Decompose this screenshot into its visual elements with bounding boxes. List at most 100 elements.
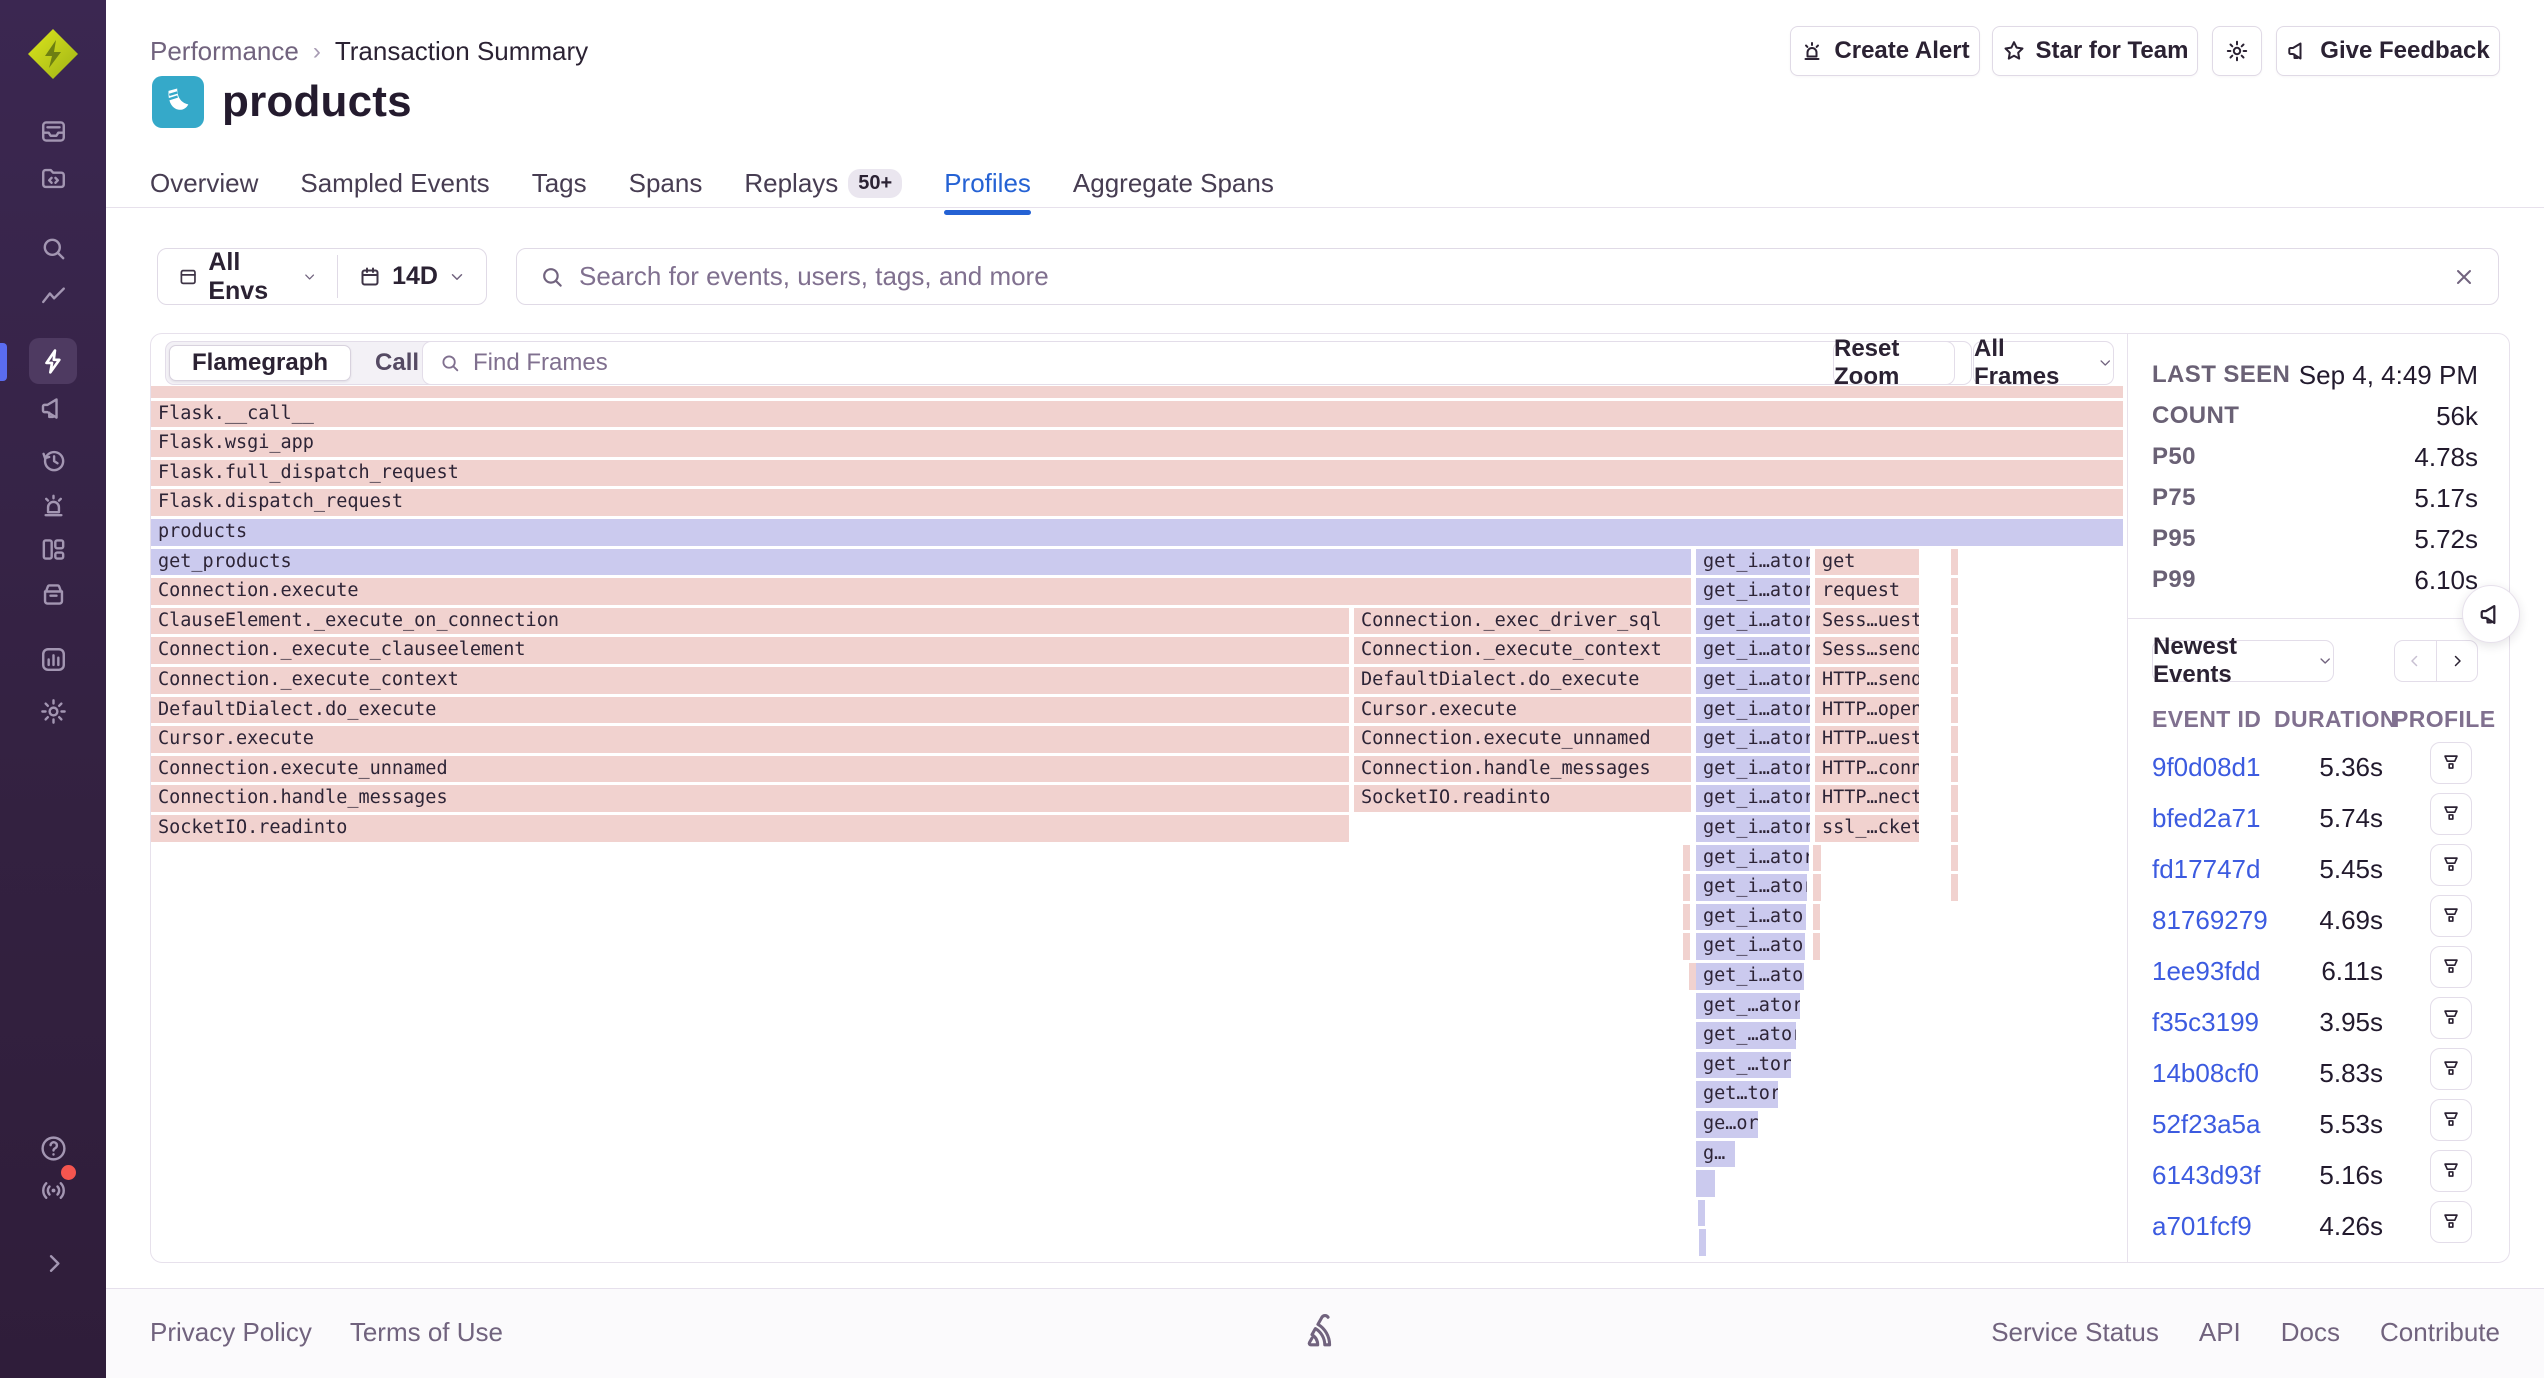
flame-frame[interactable] (1683, 933, 1690, 960)
flame-frame[interactable]: Flask.wsgi_app (151, 430, 2123, 457)
flame-frame[interactable]: get_i…ator (1696, 667, 1810, 694)
flame-frame[interactable] (1951, 667, 1958, 694)
event-id-link[interactable]: fd17747d (2152, 854, 2260, 885)
flamegraph-toggle[interactable]: Flamegraph (169, 345, 351, 381)
event-id-link[interactable]: f35c3199 (2152, 1007, 2259, 1038)
flame-frame[interactable] (1951, 637, 1958, 664)
event-id-link[interactable]: 9f0d08d1 (2152, 752, 2260, 783)
date-range-selector[interactable]: 14D (338, 249, 486, 304)
flame-frame[interactable]: Sess…uest (1815, 608, 1919, 635)
flame-frame[interactable]: Connection._execute_clauseelement (151, 637, 1349, 664)
open-profile-button[interactable] (2430, 1099, 2472, 1141)
flame-frame[interactable]: get_i…ator (1696, 756, 1810, 783)
flame-frame[interactable]: Connection.execute_unnamed (1354, 726, 1691, 753)
next-page-button[interactable] (2436, 641, 2478, 681)
flame-frame[interactable] (1951, 697, 1958, 724)
flame-frame[interactable]: ClauseElement._execute_on_connection (151, 608, 1349, 635)
all-frames-dropdown[interactable]: All Frames (1973, 341, 2114, 385)
event-id-link[interactable]: a701fcf9 (2152, 1211, 2252, 1242)
flame-frame[interactable]: Connection._execute_context (151, 667, 1349, 694)
flame-frame[interactable] (1951, 549, 1958, 576)
flame-frame[interactable] (1683, 874, 1690, 901)
flame-frame[interactable] (1813, 904, 1820, 931)
flame-frame[interactable]: ssl_…cket (1815, 815, 1919, 842)
search-input[interactable] (579, 261, 2438, 292)
flame-frame[interactable] (1951, 785, 1958, 812)
flame-frame[interactable]: get_…tor (1696, 1052, 1791, 1079)
footer-link-privacy-policy[interactable]: Privacy Policy (150, 1317, 312, 1348)
open-profile-button[interactable] (2430, 946, 2472, 988)
event-id-link[interactable]: 6143d93f (2152, 1160, 2260, 1191)
find-frames-input[interactable] (473, 349, 1921, 377)
open-profile-button[interactable] (2430, 844, 2472, 886)
flame-frame[interactable] (1813, 874, 1821, 901)
sidebar-item-projects[interactable] (31, 156, 75, 200)
star-for-team-button[interactable]: Star for Team (1992, 26, 2198, 76)
footer-link-api[interactable]: API (2199, 1317, 2241, 1348)
flame-frame[interactable] (1699, 1229, 1706, 1256)
flame-frame[interactable] (1689, 963, 1696, 990)
event-id-link[interactable]: 1ee93fdd (2152, 956, 2260, 987)
flame-frame[interactable]: DefaultDialect.do_execute (1354, 667, 1691, 694)
flame-frame[interactable]: HTTP…nect (1815, 785, 1919, 812)
flame-frame[interactable] (1951, 578, 1958, 605)
open-profile-button[interactable] (2430, 742, 2472, 784)
sidebar-item-releases[interactable] (31, 572, 75, 616)
open-profile-button[interactable] (2430, 1048, 2472, 1090)
flame-frame[interactable]: g… (1696, 1141, 1735, 1168)
flame-frame[interactable]: Connection.execute (151, 578, 1691, 605)
open-profile-button[interactable] (2430, 793, 2472, 835)
flame-frame[interactable] (1951, 845, 1958, 872)
sidebar-item-performance[interactable] (31, 339, 75, 383)
flame-frame[interactable]: get_i…ator (1696, 904, 1806, 931)
flame-frame[interactable] (1951, 726, 1958, 753)
flame-frame[interactable]: get_i…ator (1696, 815, 1810, 842)
footer-link-terms-of-use[interactable]: Terms of Use (350, 1317, 503, 1348)
sidebar-item-feedback[interactable] (31, 386, 75, 430)
previous-page-button[interactable] (2395, 641, 2436, 681)
flame-frame[interactable] (1696, 1170, 1715, 1197)
flame-frame[interactable]: Flask.full_dispatch_request (151, 460, 2123, 487)
flame-frame[interactable] (1683, 845, 1690, 872)
flame-frame[interactable] (1813, 845, 1821, 872)
flame-frame[interactable]: Connection._exec_driver_sql (1354, 608, 1691, 635)
sidebar-item-issues[interactable] (31, 109, 75, 153)
flame-frame[interactable]: get (1815, 549, 1919, 576)
flame-frame[interactable]: get…tor (1696, 1081, 1778, 1108)
flame-frame[interactable]: Flask.dispatch_request (151, 489, 2123, 516)
flame-frame[interactable]: get_i…ator (1696, 933, 1805, 960)
flame-frame[interactable]: HTTP…open (1815, 697, 1919, 724)
event-id-link[interactable]: 14b08cf0 (2152, 1058, 2259, 1089)
sidebar-item-alerts[interactable] (31, 483, 75, 527)
breadcrumb-performance[interactable]: Performance (150, 36, 299, 67)
flame-frame[interactable]: get_i…ator (1696, 697, 1810, 724)
sidebar-item-metrics[interactable] (31, 274, 75, 318)
flame-frame[interactable]: Flask.__call__ (151, 401, 2123, 428)
flame-frame[interactable]: DefaultDialect.do_execute (151, 697, 1349, 724)
event-id-link[interactable]: bfed2a71 (2152, 803, 2260, 834)
sidebar-collapse-chevron-icon[interactable] (31, 1241, 75, 1285)
reset-zoom-button[interactable]: Reset Zoom (1833, 341, 1955, 385)
flame-frame[interactable]: get_products (151, 549, 1691, 576)
flame-frame[interactable]: SocketIO.readinto (151, 815, 1349, 842)
flame-frame[interactable]: Connection.execute_unnamed (151, 756, 1349, 783)
flame-frame[interactable]: get_i…ator (1696, 963, 1804, 990)
flame-frame[interactable]: HTTP…conn (1815, 756, 1919, 783)
help-icon[interactable] (31, 1126, 75, 1170)
flame-frame[interactable]: Cursor.execute (1354, 697, 1691, 724)
flame-frame[interactable]: ge…or (1696, 1111, 1758, 1138)
flame-frame[interactable] (151, 386, 2123, 398)
flame-frame[interactable]: HTTP…uest (1815, 726, 1919, 753)
flame-frame[interactable]: get_…ator (1696, 993, 1800, 1020)
event-id-link[interactable]: 52f23a5a (2152, 1109, 2260, 1140)
flame-frame[interactable] (1951, 608, 1958, 635)
sidebar-item-dashboards[interactable] (31, 527, 75, 571)
flame-frame[interactable]: request (1815, 578, 1919, 605)
flame-frame[interactable]: get_i…ator (1696, 726, 1810, 753)
flame-frame[interactable]: get_…ator (1696, 1022, 1796, 1049)
flame-frame[interactable]: get_i…ator (1696, 637, 1810, 664)
flame-frame[interactable]: get_i…ator (1696, 549, 1810, 576)
flame-frame[interactable]: Connection._execute_context (1354, 637, 1691, 664)
settings-button[interactable] (2212, 26, 2262, 76)
flame-frame[interactable]: HTTP…send (1815, 667, 1919, 694)
